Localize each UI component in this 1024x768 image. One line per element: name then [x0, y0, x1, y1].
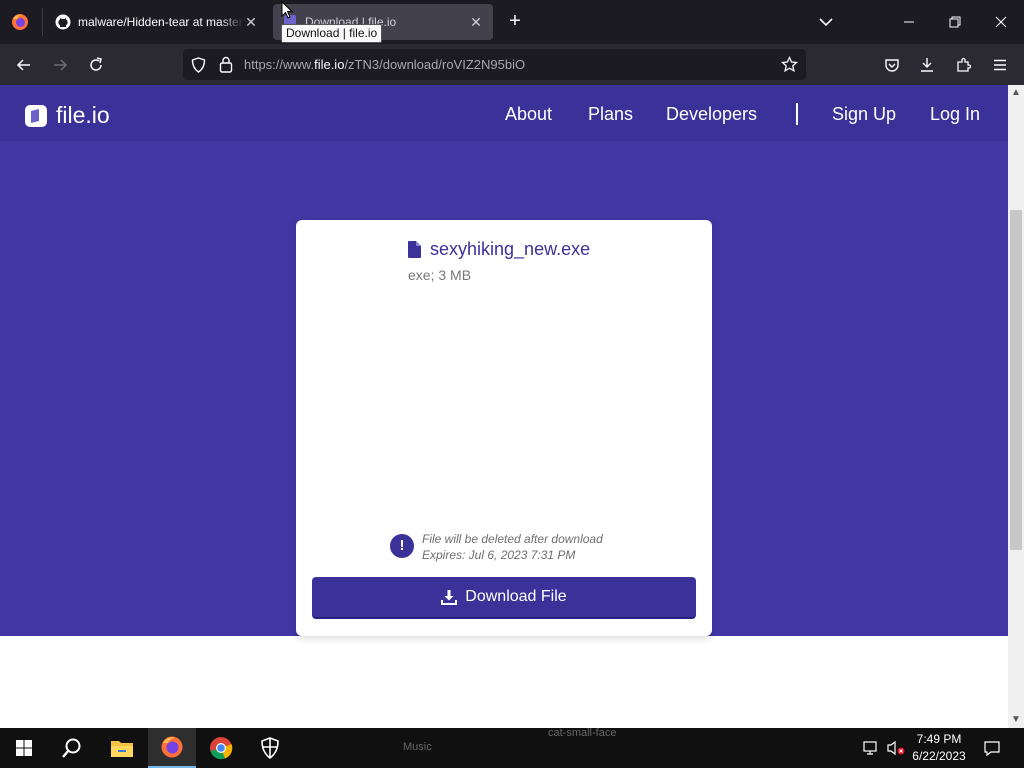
nav-developers[interactable]: Developers: [666, 104, 757, 125]
tab-tooltip: Download | file.io: [281, 24, 383, 43]
mouse-cursor-icon: [281, 1, 293, 19]
tab-separator: [42, 8, 43, 36]
file-io-logo-icon: [25, 104, 47, 127]
tab-label: malware/Hidden-tear at master: [78, 15, 243, 29]
url-bar[interactable]: https://www.file.io/zTN3/download/roVIZ2…: [183, 49, 806, 80]
extensions-icon[interactable]: [953, 54, 975, 76]
minimize-button[interactable]: [886, 8, 932, 36]
chevron-down-icon[interactable]: [816, 12, 836, 32]
volume-muted-icon[interactable]: [886, 740, 906, 756]
nav-divider: [796, 103, 798, 125]
logo-text: file.io: [56, 102, 110, 128]
clock-time: 7:49 PM: [916, 732, 962, 746]
firefox-icon[interactable]: [11, 13, 29, 31]
file-icon: [408, 241, 421, 258]
nav-login[interactable]: Log In: [930, 104, 980, 125]
nav-signup[interactable]: Sign Up: [832, 104, 896, 125]
reload-icon[interactable]: [85, 54, 107, 76]
download-button-label: Download File: [465, 588, 567, 605]
search-icon[interactable]: [48, 728, 96, 768]
url-text[interactable]: https://www.file.io/zTN3/download/roVIZ2…: [244, 57, 525, 72]
download-card: sexyhiking_new.exe exe; 3 MB ! File will…: [296, 220, 712, 636]
pocket-icon[interactable]: [881, 54, 903, 76]
firefox-taskbar-icon[interactable]: [148, 728, 196, 768]
clock-date: 6/22/2023: [912, 749, 966, 763]
file-explorer-icon[interactable]: [98, 728, 146, 768]
shield-icon[interactable]: [191, 57, 206, 73]
nav-plans[interactable]: Plans: [588, 104, 633, 125]
warning-line-1: File will be deleted after download: [422, 532, 603, 546]
plus-icon[interactable]: +: [504, 11, 526, 33]
windows-start-icon[interactable]: [0, 728, 48, 768]
close-icon[interactable]: ✕: [469, 15, 483, 29]
navigation-toolbar: https://www.file.io/zTN3/download/roVIZ2…: [0, 44, 1024, 85]
chrome-icon[interactable]: [197, 728, 245, 768]
site-logo[interactable]: file.io: [24, 102, 110, 129]
network-icon[interactable]: [862, 740, 880, 756]
url-host: file.io: [314, 57, 345, 72]
scrollbar-thumb[interactable]: [1010, 210, 1022, 550]
web-page: file.io About Plans Developers Sign Up L…: [0, 85, 1008, 728]
tab-github[interactable]: malware/Hidden-tear at master ✕: [46, 4, 268, 40]
back-icon[interactable]: [13, 54, 35, 76]
download-file-button[interactable]: Download File: [312, 577, 696, 619]
deletion-notice: ! File will be deleted after download Ex…: [390, 531, 603, 563]
system-clock[interactable]: 7:49 PM 6/22/2023: [906, 731, 972, 765]
scroll-up-arrow-icon[interactable]: ▲: [1008, 86, 1024, 100]
file-name-text: sexyhiking_new.exe: [430, 239, 591, 259]
site-header: file.io About Plans Developers Sign Up L…: [0, 85, 1008, 141]
download-icon: [441, 590, 458, 605]
star-icon[interactable]: [781, 56, 798, 73]
background-file-label: cat-small-face: [548, 727, 617, 739]
security-icon[interactable]: [246, 728, 294, 768]
file-name: sexyhiking_new.exe: [408, 239, 590, 260]
github-icon: [55, 14, 71, 30]
scroll-down-arrow-icon[interactable]: ▼: [1008, 713, 1024, 727]
warning-line-2: Expires: Jul 6, 2023 7:31 PM: [422, 548, 576, 562]
menu-icon[interactable]: [989, 54, 1011, 76]
tab-strip: malware/Hidden-tear at master ✕ Download…: [0, 0, 1024, 44]
forward-icon[interactable]: [49, 54, 71, 76]
nav-about[interactable]: About: [505, 104, 552, 125]
windows-taskbar: Music cat-small-face 7:49 PM 6/22/2023: [0, 727, 1024, 768]
url-path: /zTN3/download/roVIZ2N95biO: [344, 57, 526, 72]
restore-button[interactable]: [932, 8, 978, 36]
url-prefix: https://www.: [244, 57, 315, 72]
close-icon[interactable]: ✕: [244, 15, 258, 29]
file-meta: exe; 3 MB: [408, 267, 472, 283]
lock-icon[interactable]: [219, 56, 233, 73]
download-icon[interactable]: [916, 54, 938, 76]
notifications-icon[interactable]: [983, 740, 1001, 756]
exclamation-icon: !: [390, 534, 414, 558]
background-music-label: Music: [403, 741, 432, 753]
close-window-button[interactable]: [978, 8, 1024, 36]
